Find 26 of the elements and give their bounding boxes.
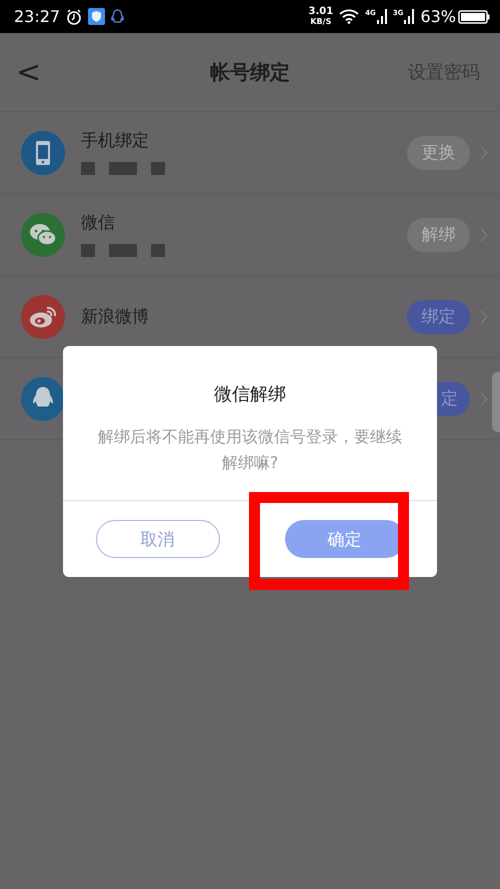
dialog-title: 微信解绑 <box>214 383 286 406</box>
battery-icon <box>458 10 490 24</box>
chat-bubbles-icon <box>29 222 57 246</box>
phone-icon <box>35 140 51 166</box>
battery-percent: 63% <box>420 7 456 26</box>
scroll-handle <box>492 372 500 432</box>
account-action-button[interactable]: 绑定 <box>407 300 470 334</box>
signal-icon <box>376 9 387 24</box>
signal-icon <box>404 9 414 24</box>
penguin-icon <box>111 8 124 24</box>
account-action-button[interactable]: 更换 <box>407 136 470 170</box>
cancel-button[interactable]: 取消 <box>96 520 220 558</box>
account-name: 手机绑定 <box>81 130 150 152</box>
page-title: 帐号绑定 <box>209 58 291 86</box>
account-name: 微信 <box>81 212 116 234</box>
dialog-message: 解绑后将不能再使用该微信号登录，要继续解绑嘛? <box>97 426 403 474</box>
alarm-icon <box>66 8 82 24</box>
clock-time: 23:27 <box>14 7 60 26</box>
weibo-eye-icon <box>29 304 57 328</box>
speed-unit: KB/S <box>310 16 332 26</box>
speed-value: 3.01 <box>308 6 334 16</box>
wifi-icon <box>339 9 360 24</box>
account-action-button[interactable]: 解绑 <box>407 218 470 252</box>
account-name: 新浪微博 <box>81 306 150 328</box>
shield-icon <box>88 8 106 25</box>
back-button[interactable]: < <box>0 54 42 90</box>
